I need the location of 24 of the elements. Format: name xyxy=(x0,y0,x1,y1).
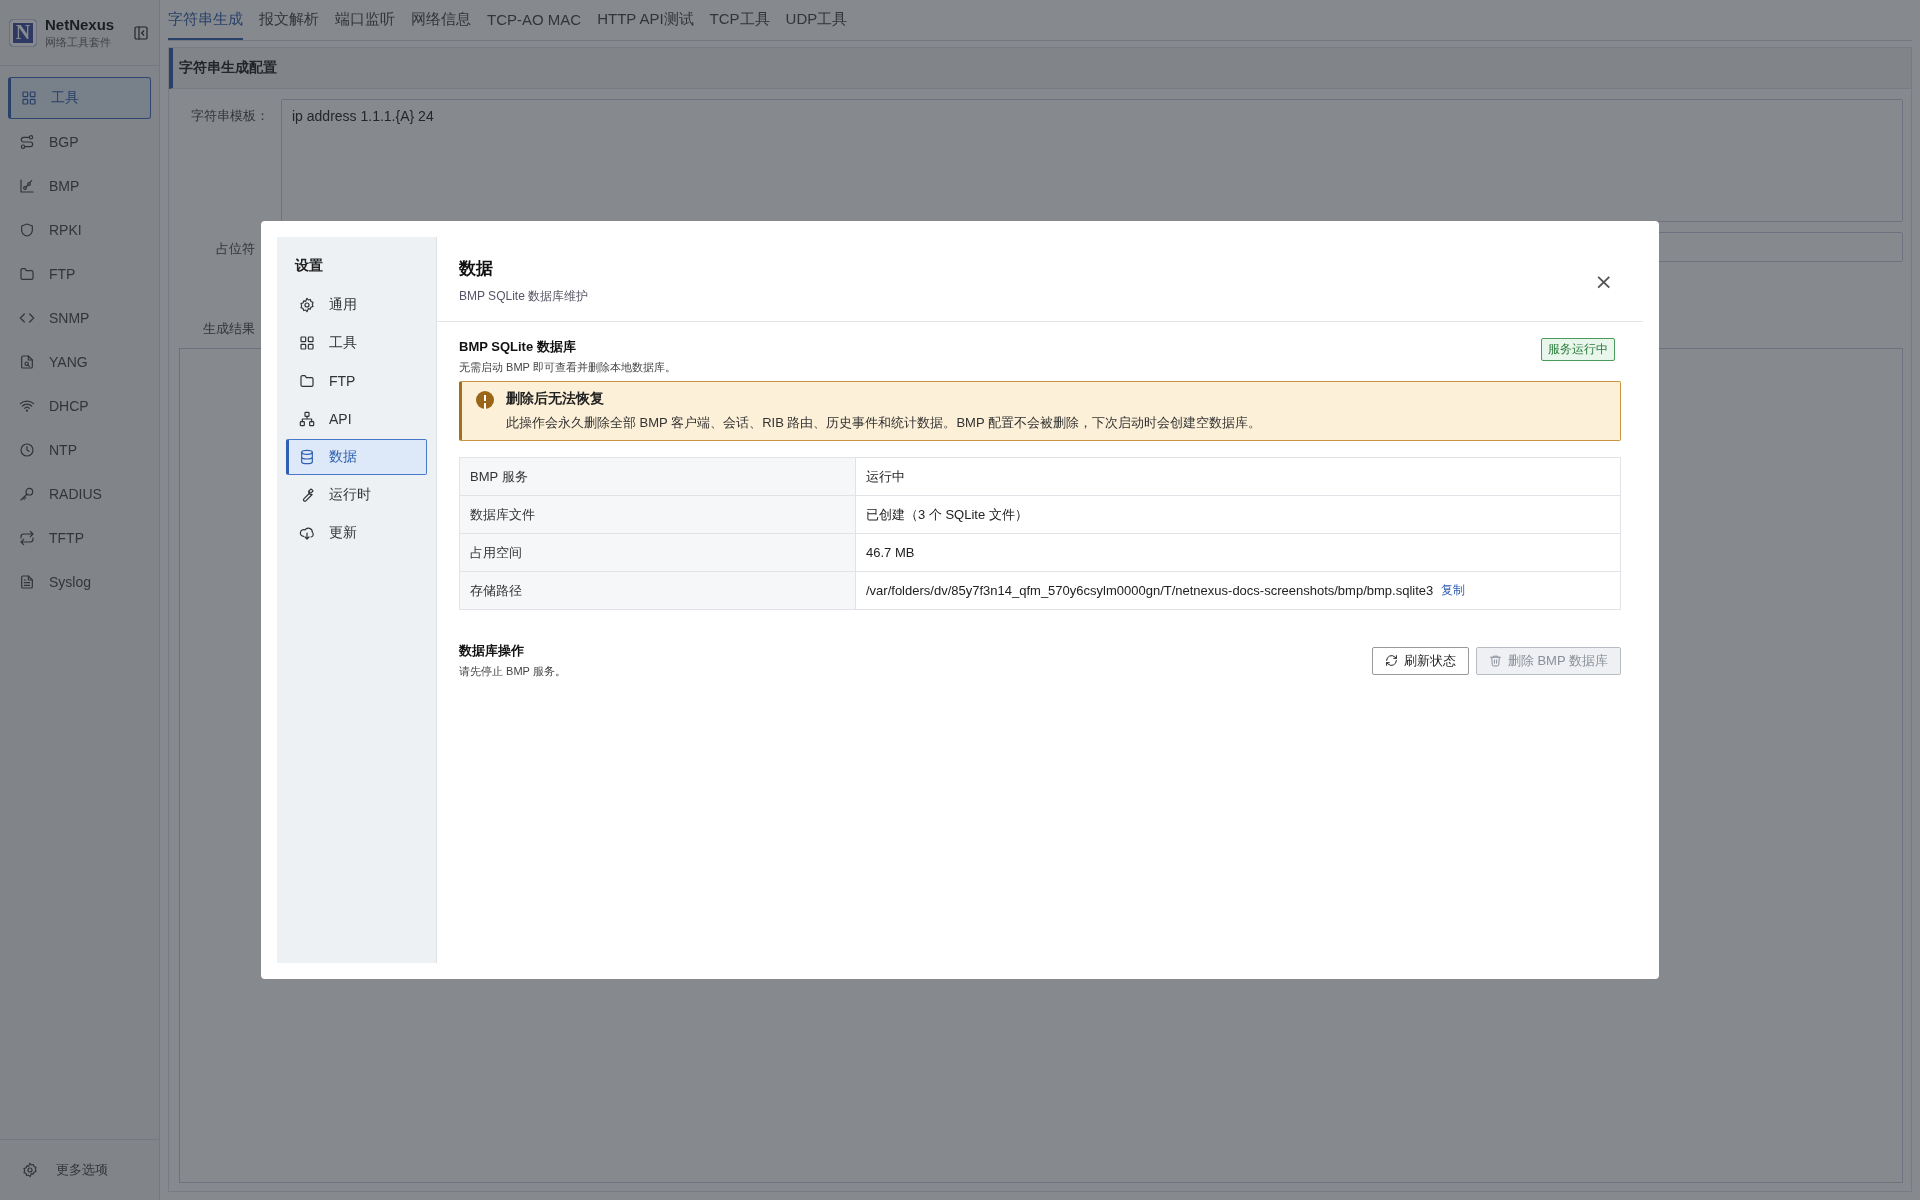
table-cell-text: 运行中 xyxy=(865,467,906,486)
section-title: BMP SQLite 数据库 xyxy=(459,338,577,356)
status-badge: 服务运行中 xyxy=(1541,338,1615,361)
table-cell: BMP 服务 xyxy=(460,458,856,495)
table-cell-text: 已创建（3 个 SQLite 文件） xyxy=(865,505,1029,524)
field-label: 字符串模板： xyxy=(190,107,269,125)
warning-message: 此操作会永久删除全部 BMP 客户端、会话、RIB 路由、历史事件和统计数据。BMP 配置不会被删除，下次启动时会创建空数据库。 xyxy=(506,414,1261,432)
app-name: NetNexus xyxy=(45,15,116,33)
table-cell: 占用空间 xyxy=(460,534,856,571)
section-description: 无需启动 BMP 即可查看并删除本地数据库。 xyxy=(459,360,676,375)
warning-title: 删除后无法恢复 xyxy=(506,390,605,408)
field-label: 占位符 xyxy=(215,240,256,258)
panel-title: 字符串生成配置 xyxy=(179,59,277,77)
nav-title: 设置 xyxy=(293,257,324,275)
table-cell: 数据库文件 xyxy=(460,496,856,533)
path-text: /var/folders/dv/85y7f3n14_qfm_570y6csylm0000gn/T/netnexus-docs-screenshots/bmp/bmp.sqlite3 xyxy=(866,583,1434,598)
dialog-title: 数据 xyxy=(459,258,494,280)
dialog-subtitle: BMP SQLite 数据库维护 xyxy=(459,288,589,305)
section-description: 请先停止 BMP 服务。 xyxy=(459,664,566,679)
app-logo: N xyxy=(9,18,37,47)
table-cell-text: 46.7 MB xyxy=(865,544,916,562)
section-title: 数据库操作 xyxy=(459,642,525,660)
field-label: 生成结果 xyxy=(202,320,256,338)
table-cell: 存储路径 xyxy=(460,572,856,609)
